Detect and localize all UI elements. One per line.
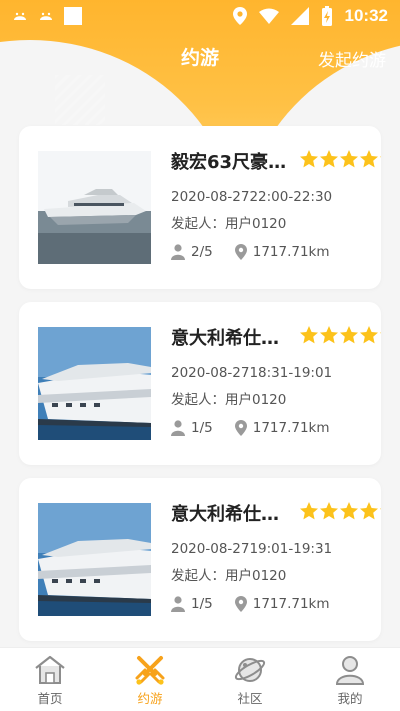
trip-time: 2020-08-2718:31-19:01: [171, 365, 333, 381]
participant-count: 2/5: [191, 244, 213, 260]
tab-mine-label: 我的: [337, 691, 363, 706]
star-icon: [340, 502, 358, 520]
page-title: 约游: [180, 46, 219, 69]
location-pin-icon: [234, 244, 247, 260]
star-icon: [340, 326, 358, 344]
star-icon: [320, 326, 338, 344]
trip-distance: 1717.71km: [252, 596, 330, 612]
wifi-icon: [258, 8, 279, 24]
trip-title: 毅宏63尺豪华游艇: [171, 152, 293, 173]
trip-card[interactable]: 意大利希仕游艇 2020-08-2719:01-19:31 发起人：用户0120…: [19, 478, 381, 641]
trip-meta: 1/5 1717.71km: [171, 596, 330, 612]
person-icon: [171, 596, 185, 612]
trip-meta: 2/5 1717.71km: [171, 244, 330, 260]
trip-distance: 1717.71km: [252, 244, 330, 260]
start-trip-button[interactable]: 发起约游: [318, 46, 386, 71]
trip-initiator: 发起人：用户0120: [171, 392, 287, 408]
trip-initiator: 发起人：用户0120: [171, 216, 287, 232]
battery-charging-icon: [321, 6, 332, 26]
yacht-photo: [38, 151, 151, 264]
title-bar: 约游 发起约游: [0, 38, 400, 74]
star-icon: [320, 150, 338, 168]
tab-yueyou-label: 约游: [137, 691, 163, 706]
star-icon: [360, 150, 378, 168]
star-icon: [380, 508, 381, 510]
person-icon: [171, 420, 185, 436]
yacht-photo: [38, 327, 151, 440]
participant-count: 1/5: [191, 596, 213, 612]
rating-stars: [299, 149, 381, 171]
star-icon: [360, 502, 378, 520]
trip-time: 2020-08-2719:01-19:31: [171, 541, 333, 557]
tab-community-label: 社区: [237, 691, 263, 706]
yacht-photo: [38, 503, 151, 616]
planet-icon: [234, 658, 266, 682]
bottom-tab-bar: 首页 约游 社区 我的: [0, 647, 400, 711]
star-icon: [300, 502, 318, 520]
tab-home-label: 首页: [37, 691, 63, 706]
trip-title: 意大利希仕游艇: [171, 504, 293, 525]
star-icon: [380, 156, 381, 158]
rating-stars: [299, 325, 381, 347]
star-icon: [360, 326, 378, 344]
android-notification-icon: [14, 12, 26, 20]
participant-count: 1/5: [191, 420, 213, 436]
star-icon: [300, 326, 318, 344]
rating-stars: [299, 501, 381, 523]
home-icon: [35, 655, 65, 684]
star-icon: [340, 150, 358, 168]
clock: 10:32: [344, 6, 388, 25]
person-icon: [171, 244, 185, 260]
location-pin-icon: [234, 596, 247, 612]
swords-icon: [135, 656, 165, 685]
trip-time: 2020-08-2722:00-22:30: [171, 189, 333, 205]
trip-list: 毅宏63尺豪华游艇 2020-08-2722:00-22:30 发起人：用户01…: [19, 126, 381, 654]
location-pin-icon: [234, 420, 247, 436]
trip-card[interactable]: 毅宏63尺豪华游艇 2020-08-2722:00-22:30 发起人：用户01…: [19, 126, 381, 289]
trip-distance: 1717.71km: [252, 420, 330, 436]
trip-title: 意大利希仕游艇: [171, 328, 293, 349]
star-icon: [300, 150, 318, 168]
star-icon: [320, 502, 338, 520]
notification-square-icon: [64, 7, 82, 25]
trip-meta: 1/5 1717.71km: [171, 420, 330, 436]
signal-icon: [290, 7, 309, 25]
status-bar: 10:32: [0, 0, 400, 32]
trip-initiator: 发起人：用户0120: [171, 568, 287, 584]
profile-icon: [335, 656, 365, 685]
tab-mine[interactable]: 我的: [300, 648, 400, 711]
trip-card[interactable]: 意大利希仕游艇 2020-08-2718:31-19:01 发起人：用户0120…: [19, 302, 381, 465]
location-status-icon: [232, 7, 247, 25]
tab-community[interactable]: 社区: [200, 648, 300, 711]
tab-home[interactable]: 首页: [0, 648, 100, 711]
android-notification-icon-2: [40, 12, 52, 20]
tab-yueyou[interactable]: 约游: [100, 648, 200, 711]
star-icon: [380, 332, 381, 334]
